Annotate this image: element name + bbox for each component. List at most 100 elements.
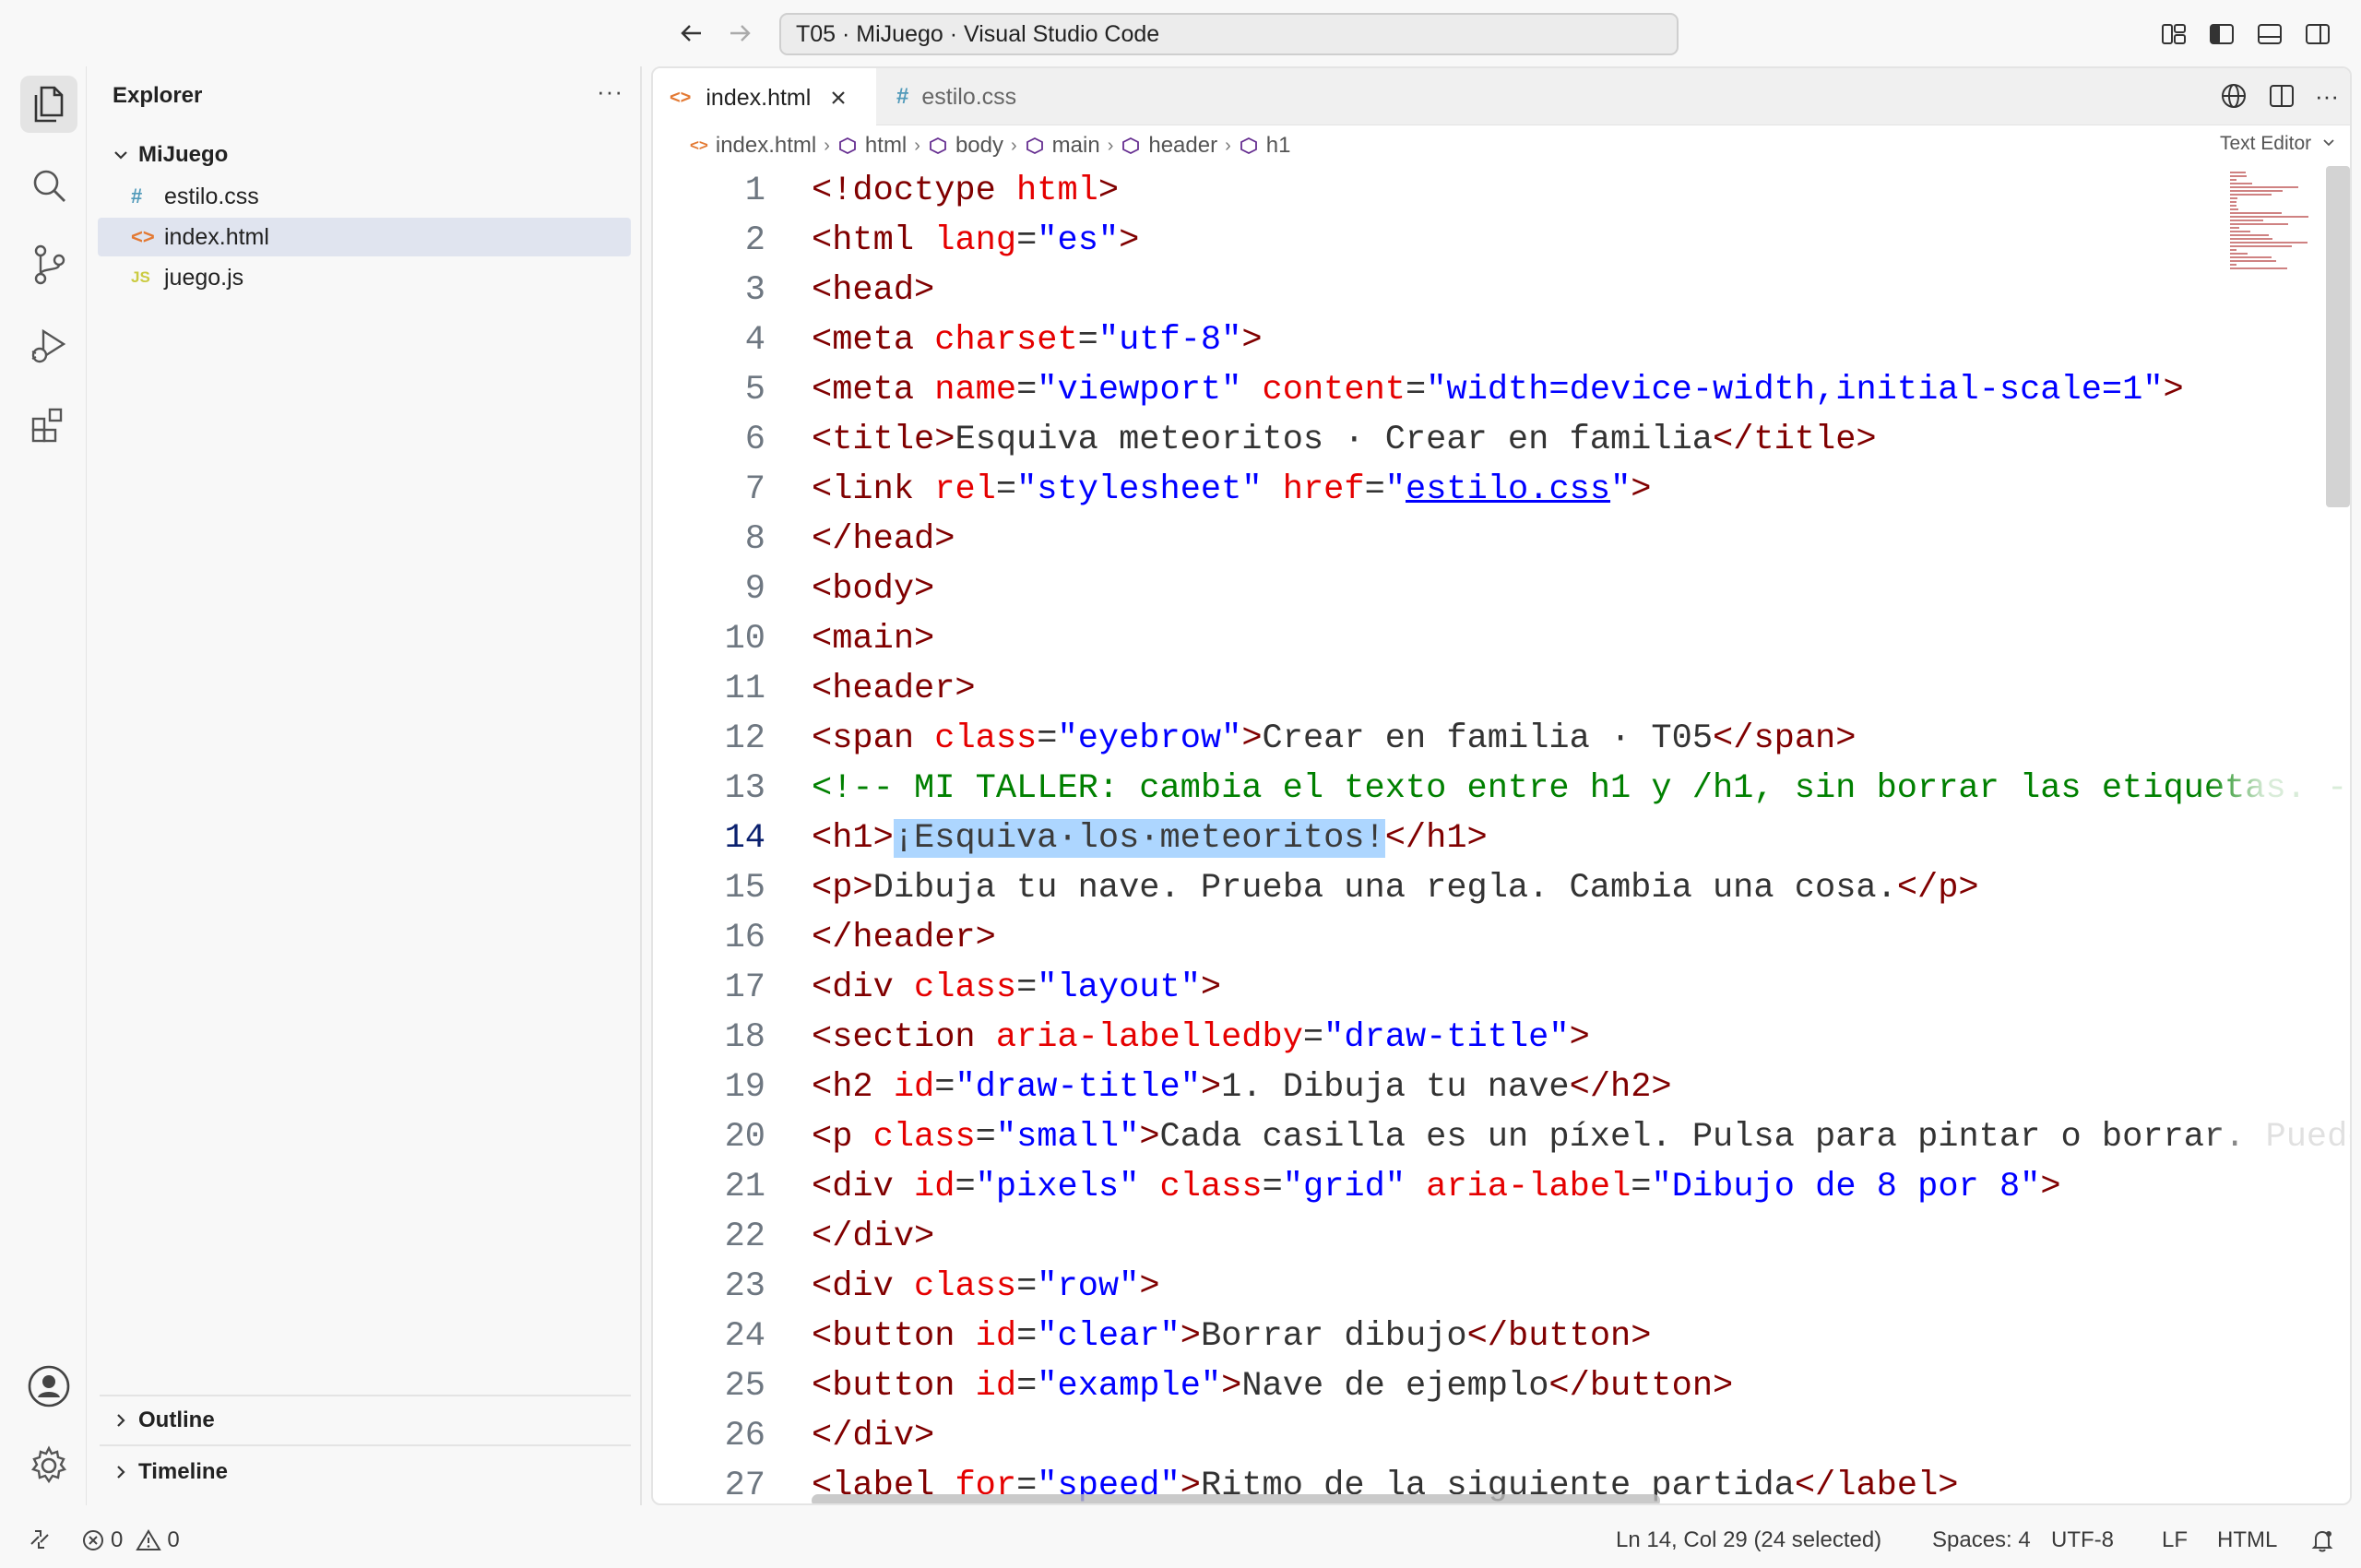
extensions-icon[interactable]: [20, 397, 77, 454]
customize-layout-icon[interactable]: [2156, 17, 2191, 52]
explorer-icon[interactable]: [20, 76, 77, 133]
code-line[interactable]: 18 <section aria-labelledby="draw-title">: [653, 1013, 2350, 1063]
breadcrumb-item[interactable]: header: [1121, 133, 1217, 159]
divider: [100, 1395, 631, 1396]
accounts-icon[interactable]: [20, 1358, 77, 1415]
end-of-line[interactable]: LF: [2162, 1527, 2188, 1553]
code-line[interactable]: 3 <head>: [653, 266, 2350, 315]
element-icon: [837, 136, 858, 156]
code-text: <h1>¡Esquiva·los·meteoritos!</h1>: [812, 814, 1488, 863]
code-line[interactable]: 6 <title>Esquiva meteoritos · Crear en fa…: [653, 415, 2350, 465]
code-line[interactable]: 23 <div class="row">: [653, 1262, 2350, 1312]
manage-gear-icon[interactable]: [20, 1437, 77, 1494]
minimap-line: [2230, 194, 2272, 196]
file-juego-js[interactable]: JS juego.js: [98, 258, 631, 297]
warning-icon: [136, 1528, 162, 1552]
code-line[interactable]: 15 <p>Dibuja tu nave. Prueba una regla. C…: [653, 863, 2350, 913]
source-control-icon[interactable]: [20, 236, 77, 293]
code-text: <button id="example">Nave de ejemplo</bu…: [812, 1361, 1733, 1411]
code-line[interactable]: 1 <!doctype html>: [653, 166, 2350, 216]
code-line[interactable]: 21 <div id="pixels" class="grid" aria-lab…: [653, 1162, 2350, 1212]
code-line[interactable]: 8 </head>: [653, 515, 2350, 564]
code-token: <!-- MI TALLER: cambia el texto entre h1…: [812, 769, 2352, 808]
timeline-section[interactable]: Timeline: [113, 1454, 228, 1491]
code-line[interactable]: 16 </header>: [653, 913, 2350, 963]
code-line[interactable]: 22 </div>: [653, 1212, 2350, 1262]
minimap-line: [2230, 223, 2288, 225]
code-text: <meta charset="utf-8">: [812, 315, 1263, 365]
breadcrumb-item[interactable]: main: [1025, 133, 1100, 159]
line-number: 9: [744, 570, 765, 609]
cursor-position[interactable]: Ln 14, Col 29 (24 selected): [1616, 1527, 1881, 1553]
horizontal-scrollbar[interactable]: [812, 1494, 1660, 1503]
toggle-primary-sidebar-icon[interactable]: [2204, 17, 2239, 52]
code-token: >: [1631, 470, 1652, 509]
code-line[interactable]: 9 <body>: [653, 564, 2350, 614]
code-token: class: [1159, 1168, 1263, 1206]
file-estilo-css[interactable]: # estilo.css: [98, 177, 631, 216]
code-line[interactable]: 20 <p class="small">Cada casilla es un pí…: [653, 1112, 2350, 1162]
run-debug-icon[interactable]: [20, 317, 77, 374]
breadcrumb-item[interactable]: html: [837, 133, 907, 159]
split-editor-icon[interactable]: [2267, 81, 2296, 111]
line-number: 13: [724, 769, 765, 808]
code-token: =: [1016, 371, 1038, 410]
command-center-title[interactable]: T05 · MiJuego · Visual Studio Code: [779, 13, 1679, 55]
code-line[interactable]: 17 <div class="layout">: [653, 963, 2350, 1013]
remote-icon[interactable]: [28, 1527, 52, 1551]
toggle-panel-icon[interactable]: [2252, 17, 2287, 52]
code-editor[interactable]: 1 <!doctype html> 2 <html lang="es"> 3 <head>…: [653, 166, 2352, 1503]
breadcrumb-item[interactable]: body: [928, 133, 1003, 159]
folder-mijuego[interactable]: MiJuego: [113, 137, 228, 173]
code-line[interactable]: 4 <meta charset="utf-8">: [653, 315, 2350, 365]
css-file-icon: #: [131, 184, 143, 208]
close-icon[interactable]: [829, 89, 848, 107]
code-token: =: [1016, 968, 1038, 1007]
code-token: Nave de ejemplo: [1241, 1367, 1549, 1406]
line-number: 18: [724, 1018, 765, 1057]
text-editor-picker[interactable]: Text Editor: [2220, 133, 2335, 155]
outline-section[interactable]: Outline: [113, 1402, 215, 1439]
code-line[interactable]: 24 <button id="clear">Borrar dibujo</butt…: [653, 1312, 2350, 1361]
tab-index-html[interactable]: <> index.html: [653, 68, 876, 125]
minimap[interactable]: [2228, 170, 2320, 465]
code-line[interactable]: 7 <link rel="stylesheet" href="estilo.css…: [653, 465, 2350, 515]
code-line[interactable]: 12 <span class="eyebrow">Crear en familia…: [653, 714, 2350, 764]
selected-text: ¡Esquiva·los·meteoritos!: [893, 819, 1385, 858]
language-mode[interactable]: HTML: [2217, 1527, 2277, 1553]
breadcrumb-item[interactable]: h1: [1239, 133, 1290, 159]
tab-estilo-css[interactable]: # estilo.css: [880, 68, 1064, 125]
code-token: <!doctype: [812, 172, 1017, 210]
code-line[interactable]: 25 <button id="example">Nave de ejemplo</…: [653, 1361, 2350, 1411]
vertical-scrollbar[interactable]: [2326, 166, 2350, 507]
more-actions-icon[interactable]: ···: [2315, 82, 2339, 111]
line-number: 2: [744, 221, 765, 260]
code-line[interactable]: 2 <html lang="es">: [653, 216, 2350, 266]
code-line[interactable]: 14 <h1>¡Esquiva·los·meteoritos!</h1>: [653, 814, 2350, 863]
forward-arrow-icon[interactable]: [723, 17, 756, 50]
file-index-html[interactable]: <> index.html: [98, 218, 631, 256]
code-text: <p>Dibuja tu nave. Prueba una regla. Cam…: [812, 863, 1979, 913]
code-text: <!-- MI TALLER: cambia el texto entre h1…: [812, 764, 2352, 814]
code-text: <button id="clear">Borrar dibujo</button…: [812, 1312, 1651, 1361]
code-line[interactable]: 5 <meta name="viewport" content="width=de…: [653, 365, 2350, 415]
code-line[interactable]: 19 <h2 id="draw-title">1. Dibuja tu nave<…: [653, 1063, 2350, 1112]
back-arrow-icon[interactable]: [675, 17, 708, 50]
globe-preview-icon[interactable]: [2219, 81, 2248, 111]
code-text: </header>: [812, 913, 996, 963]
toggle-secondary-sidebar-icon[interactable]: [2300, 17, 2335, 52]
indentation[interactable]: Spaces: 4: [1932, 1527, 2031, 1553]
code-token: class: [934, 719, 1038, 758]
code-line[interactable]: 26 </div>: [653, 1411, 2350, 1461]
code-line[interactable]: 13 <!-- MI TALLER: cambia el texto entre …: [653, 764, 2352, 814]
notifications-bell-icon[interactable]: [2309, 1527, 2335, 1553]
code-line[interactable]: 11 <header>: [653, 664, 2350, 714]
encoding[interactable]: UTF-8: [2051, 1527, 2114, 1553]
code-line[interactable]: 10 <main>: [653, 614, 2350, 664]
search-icon[interactable]: [20, 157, 77, 214]
more-actions-icon[interactable]: ···: [597, 77, 623, 106]
code-token: id: [914, 1168, 955, 1206]
breadcrumb-item[interactable]: <> index.html: [690, 133, 816, 159]
problems-indicator[interactable]: 0 0: [81, 1527, 180, 1553]
